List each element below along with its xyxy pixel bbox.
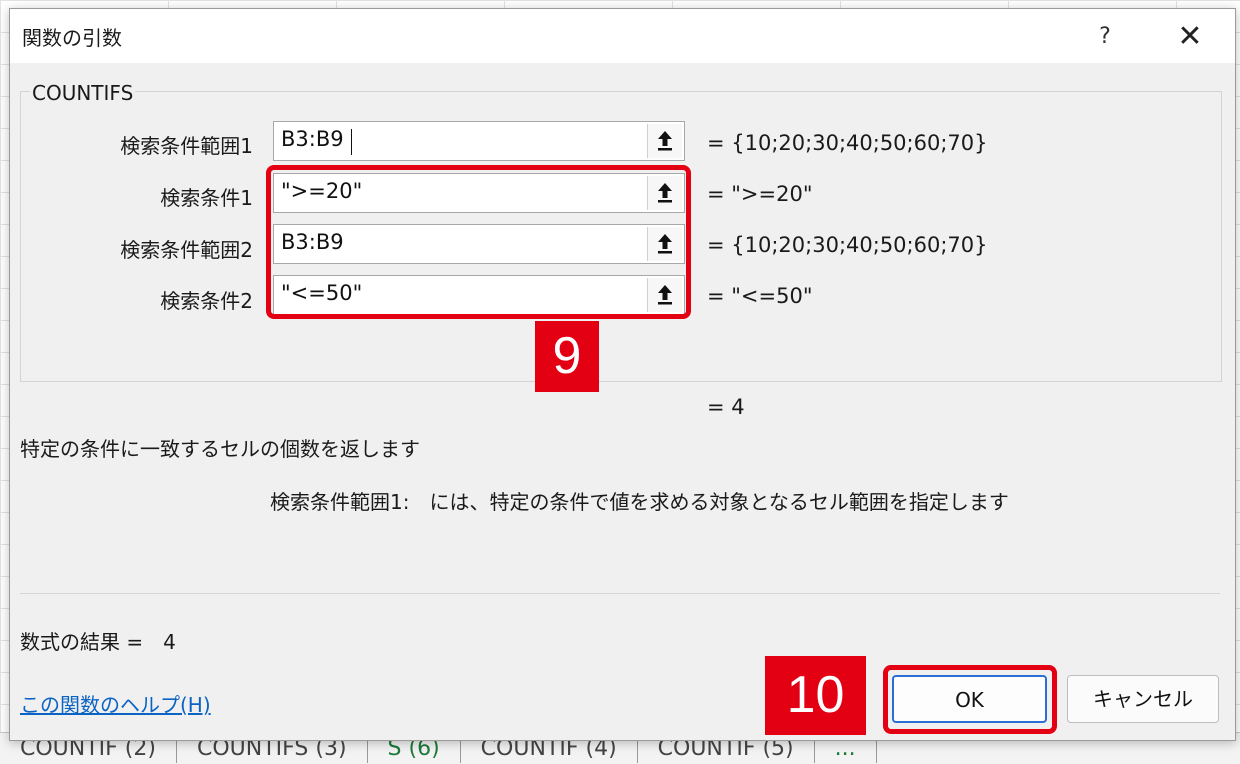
arg-label: 検索条件1 [160, 186, 253, 210]
dialog-title: 関数の引数 [22, 26, 122, 50]
arg-label: 検索条件範囲2 [120, 238, 253, 262]
formula-value: = 4 [707, 395, 745, 419]
arg-result: = "<=50" [707, 284, 813, 308]
arg-input-value: B3:B9 [281, 127, 344, 151]
annotation-step-9: 9 [535, 321, 599, 392]
collapse-arrow-icon [658, 131, 672, 151]
help-button[interactable]: ? [1085, 17, 1125, 57]
arg-result: = ">=20" [707, 182, 813, 206]
range-select-button[interactable] [647, 124, 682, 158]
arg-result: = {10;20;30;40;50;60;70} [707, 233, 988, 257]
function-name-label: COUNTIFS [30, 81, 136, 105]
function-description: 特定の条件に一致するセルの個数を返します [20, 437, 420, 461]
cancel-button[interactable]: キャンセル [1067, 675, 1219, 723]
function-arguments-dialog: 関数の引数 ? ✕ COUNTIFS 検索条件範囲1 B3:B9 = {10;2… [9, 8, 1236, 741]
text-caret [351, 129, 352, 155]
arg-label: 検索条件範囲1 [120, 134, 253, 158]
annotation-step-10: 10 [765, 656, 866, 735]
divider [20, 593, 1220, 594]
ok-button[interactable]: OK [892, 675, 1047, 723]
arg-result: = {10;20;30;40;50;60;70} [707, 131, 988, 155]
annotation-highlight-criteria [266, 165, 691, 319]
function-help-link[interactable]: この関数のヘルプ(H) [20, 689, 211, 718]
formula-result: 数式の結果 = 4 [20, 630, 176, 654]
argument-description: 検索条件範囲1: には、特定の条件で値を求める対象となるセル範囲を指定します [270, 490, 1009, 514]
title-bar: 関数の引数 ? ✕ [10, 9, 1235, 63]
close-button[interactable]: ✕ [1165, 17, 1215, 57]
arg-input-criteria-range1[interactable]: B3:B9 [273, 121, 685, 161]
arg-label: 検索条件2 [160, 289, 253, 313]
